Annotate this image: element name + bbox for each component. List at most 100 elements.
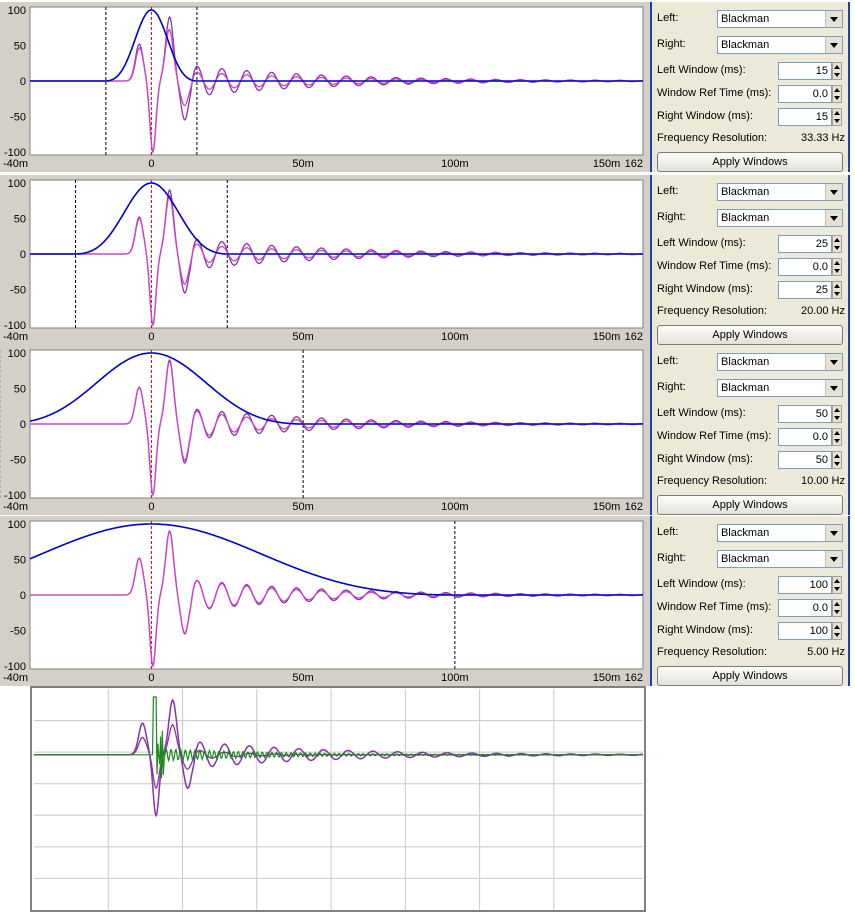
y-tick-label: 50 <box>14 384 26 396</box>
x-tick-label: -40m <box>3 501 28 513</box>
chevron-down-icon[interactable] <box>825 380 842 396</box>
frequency-resolution: Frequency Resolution: 5.00 Hz <box>657 646 845 658</box>
right-window-type-select[interactable]: Blackman <box>717 36 843 54</box>
right-window-type-value: Blackman <box>721 212 770 224</box>
y-tick-label: 0 <box>20 249 26 261</box>
window-panel-3: 100 50 0 -50 -100 -40m 0 50m 100m 150m 162 Left: B… <box>0 345 855 515</box>
ref-time-input[interactable]: 0.0 <box>778 85 832 103</box>
x-tick-label: 100m <box>441 158 469 170</box>
right-window-label: Right Window (ms): <box>657 453 753 465</box>
impulse-plot: 100500-50-100-40m 0 50m 100m 150m 162 <box>0 345 650 515</box>
left-window-type-select[interactable]: Blackman <box>717 524 843 542</box>
ref-time-spinner[interactable] <box>832 599 842 617</box>
freq-res-value: 33.33 Hz <box>800 132 845 144</box>
y-tick-label: 0 <box>20 590 26 602</box>
left-type-label: Left: <box>657 185 679 197</box>
y-tick-label: 100 <box>8 178 26 190</box>
right-window-type-select[interactable]: Blackman <box>717 209 843 227</box>
right-window-spinner[interactable] <box>832 451 842 469</box>
left-window-input[interactable]: 50 <box>778 405 832 423</box>
freq-res-value: 20.00 Hz <box>800 305 845 317</box>
window-controls: Left: Blackman Right: Blackman Left Wind… <box>650 175 850 345</box>
right-window-input[interactable]: 50 <box>778 451 832 469</box>
x-tick-label: 50m <box>292 158 313 170</box>
right-window-spinner[interactable] <box>832 108 842 126</box>
ref-time-input[interactable]: 0.0 <box>778 599 832 617</box>
left-window-spinner[interactable] <box>832 405 842 423</box>
window-panel-2: 100 50 0 -50 -100 -40m 0 50m 100m 150m 162 Left: B… <box>0 175 855 345</box>
right-window-spinner[interactable] <box>832 622 842 640</box>
freq-res-label: Frequency Resolution: <box>657 475 768 487</box>
freq-res-value: 10.00 Hz <box>800 475 845 487</box>
left-window-type-select[interactable]: Blackman <box>717 10 843 28</box>
left-window-type-value: Blackman <box>721 13 770 25</box>
left-window-input[interactable]: 100 <box>778 576 832 594</box>
left-window-label: Left Window (ms): <box>657 237 746 249</box>
chevron-down-icon[interactable] <box>825 551 842 567</box>
left-window-type-select[interactable]: Blackman <box>717 353 843 371</box>
chevron-down-icon[interactable] <box>825 210 842 226</box>
ref-time-input[interactable]: 0.0 <box>778 428 832 446</box>
right-window-input[interactable]: 15 <box>778 108 832 126</box>
window-controls: Left: Blackman Right: Blackman Left Wind… <box>650 2 850 172</box>
x-tick-label: 0 <box>148 158 154 170</box>
right-window-spinner[interactable] <box>832 281 842 299</box>
freq-res-label: Frequency Resolution: <box>657 132 768 144</box>
ref-time-input[interactable]: 0.0 <box>778 258 832 276</box>
right-window-label: Right Window (ms): <box>657 624 753 636</box>
x-tick-label: 100m <box>441 672 469 684</box>
apply-windows-button[interactable]: Apply Windows <box>657 325 843 345</box>
left-type-label: Left: <box>657 355 679 367</box>
left-window-spinner[interactable] <box>832 576 842 594</box>
right-window-type-select[interactable]: Blackman <box>717 550 843 568</box>
y-tick-label: 50 <box>14 555 26 567</box>
x-tick-label: 50m <box>292 501 313 513</box>
apply-windows-button[interactable]: Apply Windows <box>657 152 843 172</box>
x-tick-label: 0 <box>148 331 154 343</box>
ref-time-spinner[interactable] <box>832 258 842 276</box>
ref-time-label: Window Ref Time (ms): <box>657 87 772 99</box>
left-window-input[interactable]: 15 <box>778 62 832 80</box>
chevron-down-icon[interactable] <box>825 184 842 200</box>
ref-time-spinner[interactable] <box>832 428 842 446</box>
ref-time-spinner[interactable] <box>832 85 842 103</box>
left-window-label: Left Window (ms): <box>657 578 746 590</box>
x-tick-label: -40m <box>3 672 28 684</box>
left-window-label: Left Window (ms): <box>657 64 746 76</box>
left-type-label: Left: <box>657 526 679 538</box>
y-tick-label: 50 <box>14 41 26 53</box>
right-window-type-value: Blackman <box>721 39 770 51</box>
chevron-down-icon[interactable] <box>825 354 842 370</box>
right-window-type-select[interactable]: Blackman <box>717 379 843 397</box>
x-tick-label: 162 <box>625 672 643 684</box>
frequency-resolution: Frequency Resolution: 33.33 Hz <box>657 132 845 144</box>
left-window-spinner[interactable] <box>832 235 842 253</box>
left-window-input[interactable]: 25 <box>778 235 832 253</box>
x-tick-label: 0 <box>148 672 154 684</box>
right-window-type-value: Blackman <box>721 553 770 565</box>
freq-res-label: Frequency Resolution: <box>657 305 768 317</box>
right-window-input[interactable]: 25 <box>778 281 832 299</box>
x-tick-label: 100m <box>441 331 469 343</box>
x-tick-label: 0 <box>148 501 154 513</box>
apply-windows-button[interactable]: Apply Windows <box>657 495 843 515</box>
left-window-spinner[interactable] <box>832 62 842 80</box>
y-tick-label: -50 <box>10 455 26 467</box>
bottom-plot <box>30 686 646 912</box>
chevron-down-icon[interactable] <box>825 11 842 27</box>
left-window-label: Left Window (ms): <box>657 407 746 419</box>
ref-time-label: Window Ref Time (ms): <box>657 601 772 613</box>
right-type-label: Right: <box>657 38 686 50</box>
chevron-down-icon[interactable] <box>825 37 842 53</box>
chevron-down-icon[interactable] <box>825 525 842 541</box>
x-tick-label: 150m <box>593 501 621 513</box>
left-window-type-select[interactable]: Blackman <box>717 183 843 201</box>
x-tick-label: 162 <box>625 331 643 343</box>
x-tick-label: 150m <box>593 672 621 684</box>
window-controls: Left: Blackman Right: Blackman Left Wind… <box>650 345 850 515</box>
right-window-input[interactable]: 100 <box>778 622 832 640</box>
impulse-plot: 100500-50-100-40m 0 50m 100m 150m 162 <box>0 175 650 345</box>
apply-windows-button[interactable]: Apply Windows <box>657 666 843 686</box>
x-tick-label: 50m <box>292 672 313 684</box>
right-window-label: Right Window (ms): <box>657 283 753 295</box>
